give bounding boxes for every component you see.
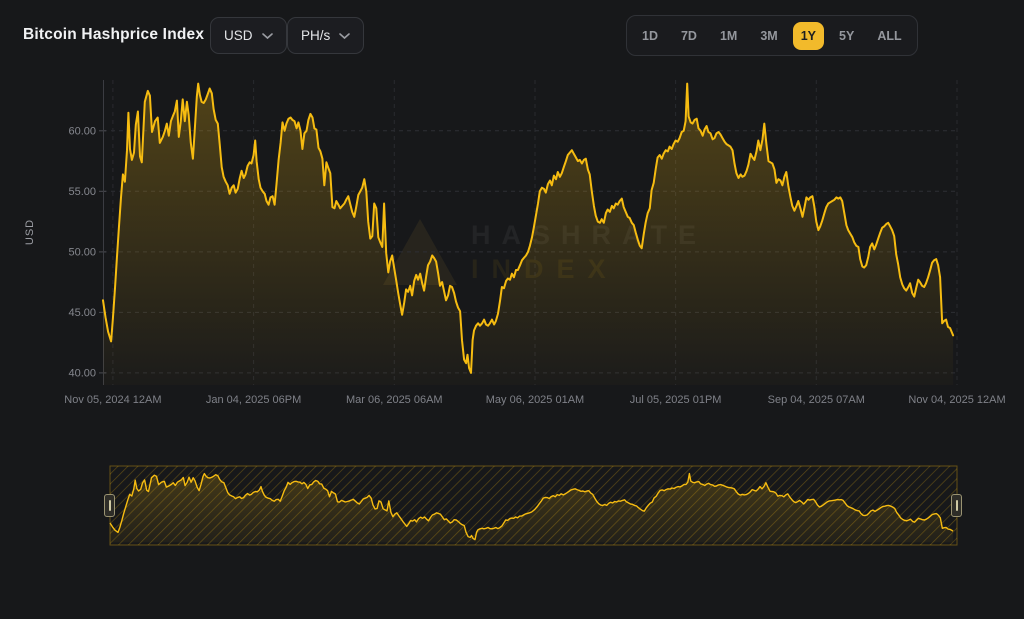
svg-text:40.00: 40.00 (68, 367, 96, 379)
brush-handle-grip-icon (956, 500, 958, 511)
svg-text:60.00: 60.00 (68, 125, 96, 137)
svg-text:Jan 04, 2025 06PM: Jan 04, 2025 06PM (206, 394, 301, 406)
svg-text:Nov 04, 2025 12AM: Nov 04, 2025 12AM (908, 394, 1005, 406)
main-price-chart[interactable]: 40.00 45.00 50.00 55.00 60.00 Nov 05, 2024 12… (0, 0, 1024, 420)
svg-text:Mar 06, 2025 06AM: Mar 06, 2025 06AM (346, 394, 443, 406)
brush-handle-right[interactable] (951, 494, 962, 517)
svg-text:50.00: 50.00 (68, 246, 96, 258)
brush-handle-grip-icon (109, 500, 111, 511)
svg-text:Jul 05, 2025 01PM: Jul 05, 2025 01PM (630, 394, 722, 406)
timeline-brush[interactable] (0, 455, 1024, 565)
svg-text:May 06, 2025 01AM: May 06, 2025 01AM (486, 394, 584, 406)
svg-text:45.00: 45.00 (68, 307, 96, 319)
svg-text:55.00: 55.00 (68, 186, 96, 198)
svg-text:Sep 04, 2025 07AM: Sep 04, 2025 07AM (768, 394, 865, 406)
svg-text:USD: USD (24, 219, 36, 245)
brush-handle-left[interactable] (104, 494, 115, 517)
hashprice-dashboard: Bitcoin Hashprice Index USD PH/s 1D 7D 1… (0, 0, 1024, 619)
svg-text:Nov 05, 2024 12AM: Nov 05, 2024 12AM (64, 394, 161, 406)
